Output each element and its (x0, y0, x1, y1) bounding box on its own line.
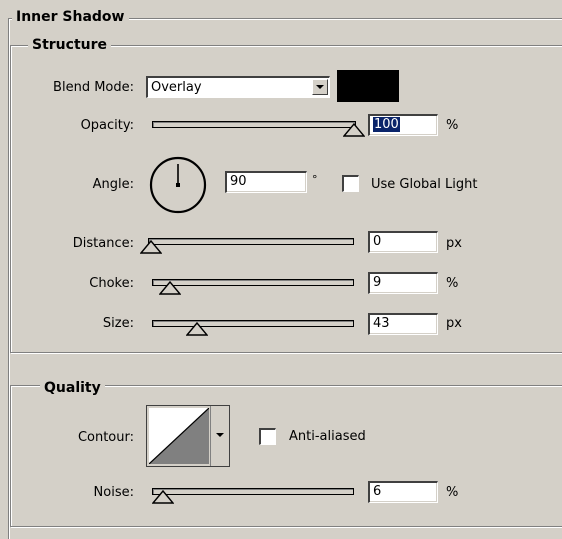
noise-input[interactable]: 6 (368, 481, 438, 503)
structure-title: Structure (28, 37, 112, 53)
quality-group (10, 385, 562, 527)
noise-value: 6 (373, 484, 382, 499)
noise-label: Noise: (93, 485, 134, 500)
angle-value: 90 (230, 174, 247, 189)
opacity-unit: % (446, 118, 459, 133)
distance-input[interactable]: 0 (368, 231, 438, 253)
size-value: 43 (373, 316, 390, 331)
size-unit: px (446, 316, 462, 331)
angle-dial[interactable] (144, 156, 210, 216)
contour-label: Contour: (77, 430, 134, 445)
noise-slider-thumb[interactable] (152, 488, 174, 504)
quality-title: Quality (40, 380, 105, 396)
anti-aliased-checkbox[interactable] (259, 428, 276, 445)
opacity-slider-track[interactable] (152, 121, 356, 128)
distance-label: Distance: (72, 236, 134, 251)
blend-mode-dropdown-button[interactable] (312, 79, 328, 95)
size-label: Size: (102, 316, 134, 331)
contour-curve-icon (149, 408, 209, 464)
size-input[interactable]: 43 (368, 313, 438, 335)
blend-mode-select[interactable]: Overlay (146, 76, 330, 98)
distance-slider-thumb[interactable] (140, 238, 162, 254)
choke-value: 9 (373, 275, 382, 290)
choke-slider-thumb[interactable] (159, 279, 181, 295)
angle-label: Angle: (92, 177, 134, 192)
contour-picker[interactable] (146, 405, 230, 467)
distance-unit: px (446, 236, 462, 251)
distance-slider-track[interactable] (148, 238, 354, 245)
noise-unit: % (446, 485, 459, 500)
opacity-label: Opacity: (80, 118, 134, 133)
blend-mode-label: Blend Mode: (53, 80, 134, 95)
choke-slider-track[interactable] (152, 279, 354, 286)
angle-unit: ° (312, 173, 318, 186)
use-global-light-checkbox[interactable] (342, 175, 359, 192)
distance-value: 0 (373, 234, 382, 249)
angle-input[interactable]: 90 (225, 171, 307, 193)
opacity-slider-thumb[interactable] (343, 121, 365, 137)
contour-dropdown-button[interactable] (210, 406, 229, 466)
blend-mode-value: Overlay (151, 80, 202, 95)
noise-slider-track[interactable] (152, 488, 354, 495)
opacity-input[interactable]: 100 (368, 114, 438, 136)
size-slider-track[interactable] (152, 320, 354, 327)
opacity-value: 100 (373, 117, 400, 132)
chevron-down-icon (216, 433, 224, 437)
inner-shadow-title: Inner Shadow (12, 9, 129, 25)
anti-aliased-label[interactable]: Anti-aliased (289, 429, 366, 445)
use-global-light-label[interactable]: Use Global Light (371, 177, 477, 193)
choke-unit: % (446, 276, 459, 291)
choke-label: Choke: (89, 276, 134, 291)
shadow-color-swatch[interactable] (337, 70, 399, 102)
chevron-down-icon (316, 85, 324, 89)
size-slider-thumb[interactable] (186, 320, 208, 336)
choke-input[interactable]: 9 (368, 272, 438, 294)
